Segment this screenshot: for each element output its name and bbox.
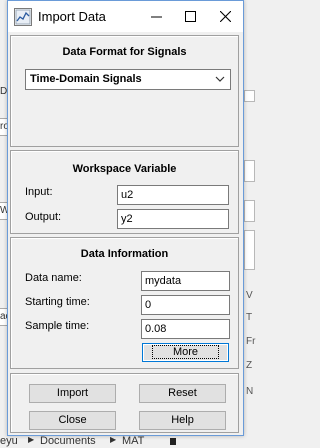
- import-data-dialog: Import Data Data Format for Signals Time…: [7, 0, 244, 436]
- close-window-button[interactable]: [208, 1, 242, 32]
- bg-right-field: [244, 230, 255, 270]
- panel-title: Workspace Variable: [72, 163, 177, 175]
- more-button-label: More: [151, 345, 220, 359]
- background-app-right: V T Fr Z N: [244, 0, 255, 448]
- minimize-icon: [150, 16, 162, 18]
- status-block: [170, 438, 176, 445]
- data-information-panel: Data Information Data name: mydata Start…: [10, 237, 239, 369]
- bg-right-field: [244, 160, 255, 182]
- sample-time-label: Sample time:: [25, 320, 90, 332]
- sample-time-field[interactable]: 0.08: [141, 319, 230, 339]
- minimize-button[interactable]: [139, 1, 173, 32]
- close-icon: [219, 11, 231, 22]
- background-breadcrumb: eyu ▶ Documents ▶ MAT: [0, 435, 255, 448]
- title-bar[interactable]: Import Data: [8, 1, 243, 32]
- data-name-field[interactable]: mydata: [141, 271, 230, 291]
- panel-title: Data Format for Signals: [62, 46, 187, 58]
- maximize-icon: [184, 11, 196, 22]
- actions-panel: Import Reset Close Help: [10, 373, 239, 433]
- data-format-dropdown[interactable]: Time-Domain Signals: [25, 69, 231, 90]
- reset-button[interactable]: Reset: [139, 384, 226, 403]
- bg-right-text: N: [246, 386, 254, 397]
- data-name-label: Data name:: [25, 272, 82, 284]
- close-button[interactable]: Close: [29, 411, 116, 430]
- breadcrumb-separator-icon: ▶: [110, 435, 117, 444]
- input-field[interactable]: u2: [117, 185, 229, 205]
- panel-title: Data Information: [80, 248, 169, 260]
- bg-right-text: V: [246, 290, 253, 301]
- dropdown-value: Time-Domain Signals: [30, 73, 142, 85]
- import-button[interactable]: Import: [29, 384, 116, 403]
- matlab-app-icon: [14, 8, 32, 26]
- starting-time-field[interactable]: 0: [141, 295, 230, 315]
- data-format-panel: Data Format for Signals Time-Domain Sign…: [10, 35, 239, 147]
- more-button[interactable]: More: [142, 343, 229, 362]
- bg-right-text: Fr: [246, 336, 256, 347]
- maximize-button[interactable]: [173, 1, 207, 32]
- bg-right-field: [244, 200, 255, 222]
- workspace-variable-panel: Workspace Variable Input: u2 Output: y2: [10, 150, 239, 234]
- bg-right-field: [244, 90, 255, 102]
- bg-right-text: Z: [246, 360, 253, 371]
- breadcrumb-item[interactable]: eyu: [0, 435, 18, 447]
- breadcrumb-item[interactable]: Documents: [40, 435, 96, 447]
- breadcrumb-item[interactable]: MAT: [122, 435, 144, 447]
- help-button[interactable]: Help: [139, 411, 226, 430]
- chevron-down-icon: [215, 76, 225, 82]
- window-title: Import Data: [38, 9, 106, 24]
- output-field[interactable]: y2: [117, 209, 229, 229]
- output-label: Output:: [25, 211, 62, 223]
- breadcrumb-separator-icon: ▶: [28, 435, 35, 444]
- bg-right-text: T: [246, 312, 253, 323]
- starting-time-label: Starting time:: [25, 296, 90, 308]
- input-label: Input:: [25, 186, 53, 198]
